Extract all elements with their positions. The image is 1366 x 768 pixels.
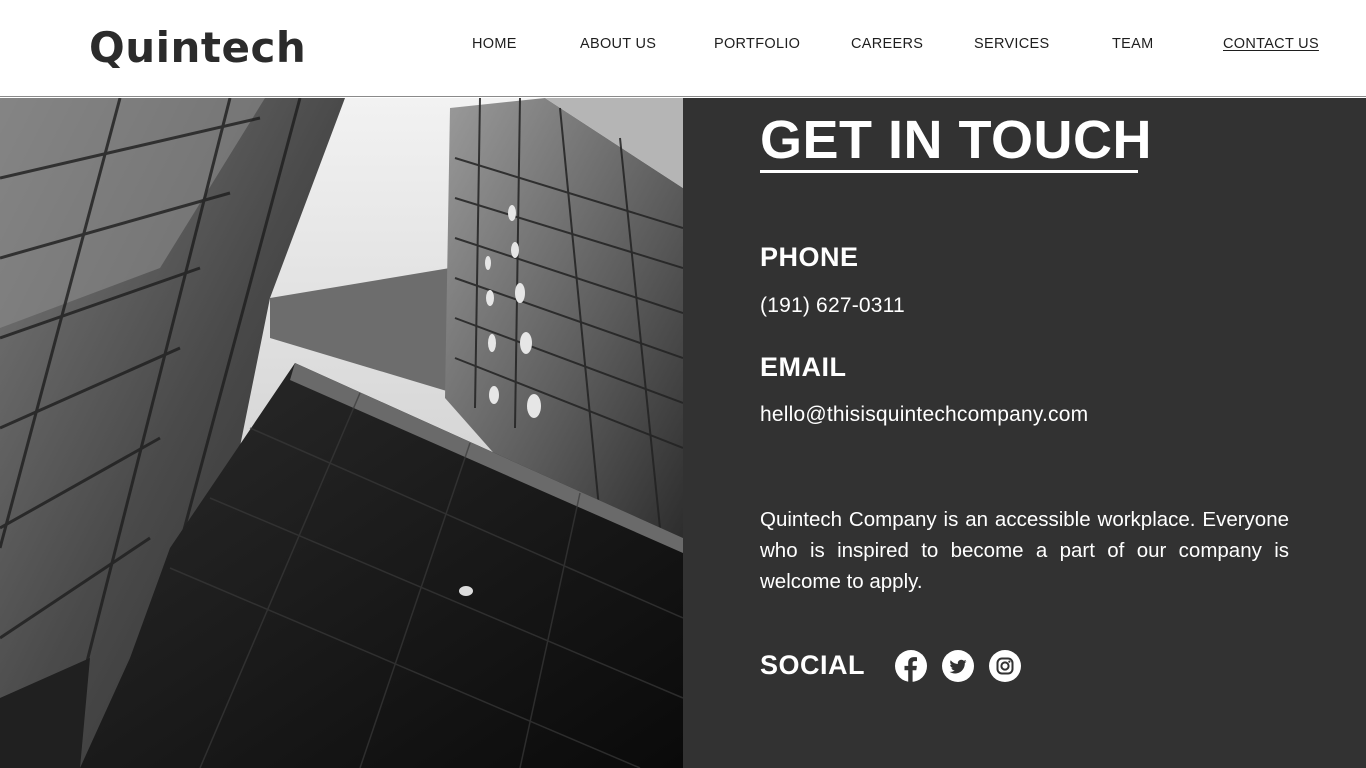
twitter-icon[interactable] — [942, 650, 974, 682]
contact-panel: GET IN TOUCH PHONE (191) 627-0311 EMAIL … — [683, 98, 1366, 768]
social-label: SOCIAL — [760, 650, 866, 680]
social-links — [895, 650, 1021, 682]
nav-contact-us[interactable]: CONTACT US — [1223, 35, 1319, 53]
company-description: Quintech Company is an accessible workpl… — [760, 508, 1289, 593]
building-photo — [0, 98, 683, 768]
logo[interactable]: Quintech — [89, 22, 306, 74]
phone-label: PHONE — [760, 242, 859, 272]
email-label: EMAIL — [760, 352, 847, 382]
nav-services[interactable]: SERVICES — [974, 35, 1049, 53]
nav-portfolio[interactable]: PORTFOLIO — [714, 35, 800, 53]
title-underline — [760, 170, 1138, 173]
nav-team[interactable]: TEAM — [1112, 35, 1153, 53]
page-title: GET IN TOUCH — [760, 110, 1153, 170]
nav-about-us[interactable]: ABOUT US — [580, 35, 656, 53]
instagram-icon[interactable] — [989, 650, 1021, 682]
hero-image — [0, 98, 683, 768]
email-value[interactable]: hello@thisisquintechcompany.com — [760, 402, 1088, 428]
phone-value[interactable]: (191) 627-0311 — [760, 293, 905, 319]
nav-home[interactable]: HOME — [472, 35, 517, 53]
facebook-icon[interactable] — [895, 650, 927, 682]
site-header: Quintech HOME ABOUT US PORTFOLIO CAREERS… — [0, 0, 1366, 97]
nav-careers[interactable]: CAREERS — [851, 35, 923, 53]
